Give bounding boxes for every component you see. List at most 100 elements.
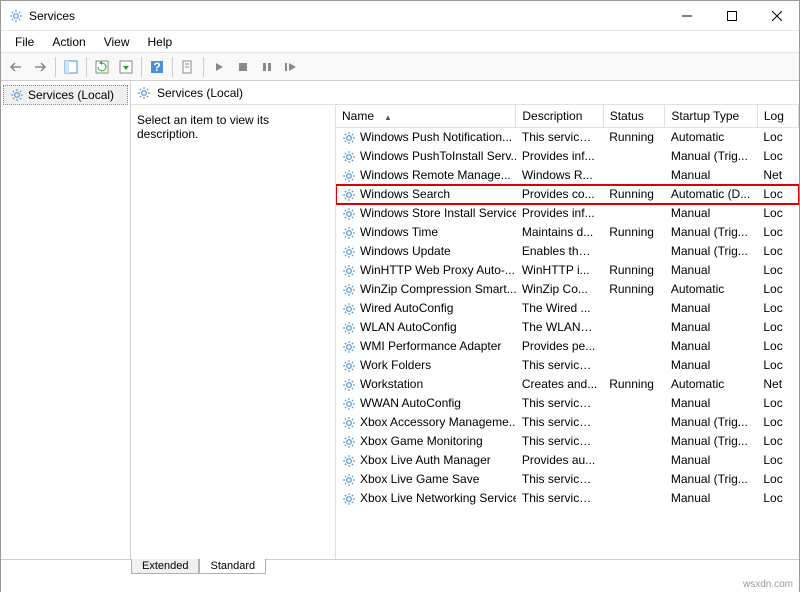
table-row[interactable]: Windows Store Install ServiceProvides in… <box>336 204 799 223</box>
table-row[interactable]: WWAN AutoConfigThis service ...ManualLoc <box>336 394 799 413</box>
service-logon: Loc <box>757 451 798 470</box>
table-row[interactable]: Windows Push Notification...This service… <box>336 128 799 148</box>
service-status: Running <box>603 375 665 394</box>
properties-button[interactable] <box>177 56 199 78</box>
service-logon: Loc <box>757 432 798 451</box>
refresh-button[interactable] <box>91 56 113 78</box>
menu-help[interactable]: Help <box>140 33 181 51</box>
col-name[interactable]: Name ▲ <box>336 105 516 128</box>
pause-service-button[interactable] <box>256 56 278 78</box>
service-logon: Loc <box>757 185 798 204</box>
menu-view[interactable]: View <box>96 33 138 51</box>
export-list-button[interactable] <box>115 56 137 78</box>
service-logon: Loc <box>757 489 798 508</box>
start-service-button[interactable] <box>208 56 230 78</box>
service-gear-icon <box>342 321 356 335</box>
col-logon[interactable]: Log <box>757 105 798 128</box>
table-row[interactable]: Work FoldersThis service ...ManualLoc <box>336 356 799 375</box>
col-startup[interactable]: Startup Type <box>665 105 758 128</box>
service-logon: Loc <box>757 261 798 280</box>
svg-text:?: ? <box>153 60 160 74</box>
service-startup: Manual (Trig... <box>665 432 758 451</box>
forward-button[interactable] <box>29 56 51 78</box>
service-status <box>603 432 665 451</box>
service-status <box>603 299 665 318</box>
close-button[interactable] <box>754 1 799 30</box>
service-description: WinZip Co... <box>516 280 603 299</box>
table-row[interactable]: Windows UpdateEnables the ...Manual (Tri… <box>336 242 799 261</box>
service-logon: Loc <box>757 356 798 375</box>
service-description: This service ... <box>516 470 603 489</box>
service-status <box>603 337 665 356</box>
services-gear-icon <box>10 88 24 102</box>
tree-item-services-local[interactable]: Services (Local) <box>3 85 128 105</box>
table-row[interactable]: Windows SearchProvides co...RunningAutom… <box>336 185 799 204</box>
table-row[interactable]: WorkstationCreates and...RunningAutomati… <box>336 375 799 394</box>
help-button[interactable]: ? <box>146 56 168 78</box>
service-description: This service ... <box>516 356 603 375</box>
table-row[interactable]: WMI Performance AdapterProvides pe...Man… <box>336 337 799 356</box>
service-description: This service ... <box>516 413 603 432</box>
service-logon: Loc <box>757 242 798 261</box>
tab-standard[interactable]: Standard <box>199 559 266 574</box>
stop-service-button[interactable] <box>232 56 254 78</box>
service-startup: Manual <box>665 489 758 508</box>
table-row[interactable]: Windows Remote Manage...Windows R...Manu… <box>336 166 799 185</box>
toolbar-separator <box>55 57 56 77</box>
col-status[interactable]: Status <box>603 105 665 128</box>
service-name: WinZip Compression Smart... <box>360 281 516 298</box>
pane-header: Services (Local) <box>131 81 799 105</box>
col-description[interactable]: Description <box>516 105 603 128</box>
service-logon: Loc <box>757 204 798 223</box>
sort-asc-icon: ▲ <box>384 113 392 122</box>
table-row[interactable]: Windows PushToInstall Serv...Provides in… <box>336 147 799 166</box>
service-gear-icon <box>342 169 356 183</box>
restart-service-button[interactable] <box>280 56 302 78</box>
back-button[interactable] <box>5 56 27 78</box>
table-row[interactable]: Wired AutoConfigThe Wired ...ManualLoc <box>336 299 799 318</box>
service-gear-icon <box>342 264 356 278</box>
table-row[interactable]: WLAN AutoConfigThe WLANS...ManualLoc <box>336 318 799 337</box>
service-startup: Manual <box>665 261 758 280</box>
service-status <box>603 242 665 261</box>
tab-extended[interactable]: Extended <box>131 559 199 574</box>
service-logon: Loc <box>757 128 798 148</box>
show-hide-tree-button[interactable] <box>60 56 82 78</box>
service-logon: Loc <box>757 470 798 489</box>
menu-file[interactable]: File <box>7 33 42 51</box>
pane-gear-icon <box>137 86 151 100</box>
service-gear-icon <box>342 492 356 506</box>
service-gear-icon <box>342 435 356 449</box>
service-description: This service ... <box>516 128 603 148</box>
service-description: This service ... <box>516 432 603 451</box>
service-description: Provides pe... <box>516 337 603 356</box>
description-panel: Select an item to view its description. <box>131 105 336 559</box>
table-row[interactable]: WinZip Compression Smart...WinZip Co...R… <box>336 280 799 299</box>
service-status <box>603 394 665 413</box>
minimize-button[interactable] <box>664 1 709 30</box>
service-name: WWAN AutoConfig <box>360 395 461 412</box>
service-name: Windows Remote Manage... <box>360 167 511 184</box>
table-row[interactable]: Xbox Game Monitoring This service ... Manu… <box>336 432 799 451</box>
service-gear-icon <box>342 150 356 164</box>
table-row[interactable]: Xbox Live Auth ManagerProvides au...Manu… <box>336 451 799 470</box>
table-row[interactable]: WinHTTP Web Proxy Auto-...WinHTTP i...Ru… <box>336 261 799 280</box>
service-description: Provides inf... <box>516 204 603 223</box>
title-bar: Services <box>1 1 799 31</box>
service-startup: Manual (Trig... <box>665 242 758 261</box>
service-description: This service ... <box>516 394 603 413</box>
table-row[interactable]: Xbox Live Game SaveThis service ...Manua… <box>336 470 799 489</box>
service-gear-icon <box>342 226 356 240</box>
table-row[interactable]: Xbox Live Networking ServiceThis service… <box>336 489 799 508</box>
app-gear-icon <box>9 9 23 23</box>
maximize-button[interactable] <box>709 1 754 30</box>
table-row[interactable]: Windows TimeMaintains d...RunningManual … <box>336 223 799 242</box>
service-startup: Manual <box>665 337 758 356</box>
service-name: Xbox Game Monitoring <box>360 433 483 450</box>
service-gear-icon <box>342 454 356 468</box>
menu-action[interactable]: Action <box>44 33 93 51</box>
pane-title: Services (Local) <box>157 86 243 100</box>
services-table-wrap[interactable]: Name ▲ Description Status Startup Type L… <box>336 105 799 559</box>
table-row[interactable]: Xbox Accessory Manageme...This service .… <box>336 413 799 432</box>
service-name: Workstation <box>360 376 423 393</box>
